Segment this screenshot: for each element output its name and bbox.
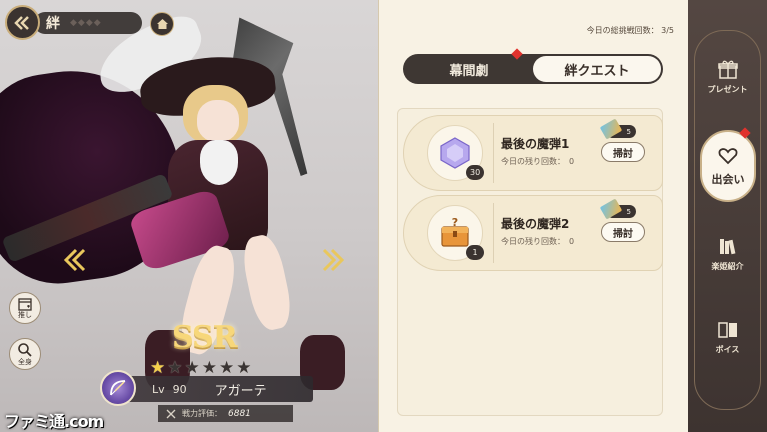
menu-item-present[interactable]: プレゼント xyxy=(696,45,759,107)
quest-card[interactable]: 30 最後の魔弾1 今日の残り回数： 0 5 掃討 xyxy=(403,115,663,191)
character-leg-right xyxy=(238,232,296,333)
book-open-icon xyxy=(717,321,737,338)
daily-challenge-counter: 今日の総挑戦回数： 3/5 xyxy=(586,26,674,35)
sweep-ticket-badge: 5 xyxy=(599,198,636,220)
menu-item-voice[interactable]: ボイス xyxy=(696,305,759,367)
character-name: アガーテ xyxy=(214,383,267,399)
quest-title: 最後の魔弾1 xyxy=(501,137,570,151)
menu-label-gakki-intro: 楽姫紹介 xyxy=(711,261,744,271)
fullbody-button[interactable]: 全身 xyxy=(9,338,41,370)
gift-icon xyxy=(717,60,738,79)
svg-text:?: ? xyxy=(452,216,458,229)
prev-character-chevron-icon[interactable] xyxy=(60,246,88,274)
sweep-ticket-badge: 5 xyxy=(599,118,636,140)
power-label: 戦力評価： xyxy=(182,409,222,418)
character-collar xyxy=(200,140,238,185)
star-empty-icon: ★ xyxy=(219,358,235,378)
books-icon xyxy=(719,238,735,254)
ticket-count: 5 xyxy=(626,127,631,136)
rarity-badge: SSR xyxy=(172,320,238,355)
oshi-label: 推し xyxy=(18,310,32,319)
sweep-button[interactable]: 掃討 xyxy=(601,142,645,162)
remaining-attempts: 今日の残り回数： 0 xyxy=(501,156,574,167)
magnifier-icon xyxy=(18,342,32,357)
sweep-button[interactable]: 掃討 xyxy=(601,222,645,242)
back-button[interactable] xyxy=(5,5,40,40)
card-divider xyxy=(493,123,494,183)
star-filled-icon: ★ xyxy=(150,358,166,378)
crossed-swords-icon xyxy=(166,409,176,418)
tab-bond-quest[interactable]: 絆クエスト xyxy=(533,56,661,82)
character-nameplate: Lv 90 アガーテ xyxy=(118,376,313,402)
level-label: Lv xyxy=(152,382,165,396)
next-character-chevron-icon[interactable] xyxy=(320,246,348,274)
card-divider xyxy=(493,203,494,263)
level-value: 90 xyxy=(172,382,187,396)
calendar-heart-icon xyxy=(18,297,32,311)
page-title: 絆 xyxy=(46,16,60,32)
oshi-button[interactable]: 推し xyxy=(9,292,41,324)
bow-icon xyxy=(110,380,126,396)
back-arrow-icon xyxy=(13,15,29,30)
heart-speech-icon xyxy=(718,147,738,164)
menu-label-voice: ボイス xyxy=(715,344,740,354)
class-emblem xyxy=(100,370,136,406)
remaining-value: 0 xyxy=(569,157,575,166)
quest-card[interactable]: ? 1 最後の魔弾2 今日の残り回数： 0 5 掃討 xyxy=(403,195,663,271)
title-bar: 絆 ◆◆◆◆ xyxy=(34,12,142,34)
quest-title: 最後の魔弾2 xyxy=(501,217,570,231)
star-empty-icon: ★ xyxy=(236,358,252,378)
fullbody-label: 全身 xyxy=(18,357,32,366)
power-rating: 戦力評価： 6881 xyxy=(158,405,293,422)
power-value: 6881 xyxy=(228,408,251,419)
tab-interlude[interactable]: 幕間劇 xyxy=(405,56,533,82)
home-button[interactable] xyxy=(150,12,174,36)
remaining-value: 0 xyxy=(569,237,575,246)
menu-item-encounter[interactable]: 出会い xyxy=(700,130,756,202)
remaining-label: 今日の残り回数： xyxy=(501,237,565,246)
star-empty-icon: ★ xyxy=(184,358,200,378)
crystal-icon xyxy=(440,137,470,169)
menu-label-encounter: 出会い xyxy=(711,172,745,186)
home-icon xyxy=(156,19,168,29)
star-empty-icon: ★ xyxy=(201,358,217,378)
bond-panel: 今日の総挑戦回数： 3/5 幕間劇 絆クエスト 30 最後の魔弾1 今日の残り回… xyxy=(378,0,688,432)
menu-item-gakki-intro[interactable]: 楽姫紹介 xyxy=(696,222,759,284)
remaining-attempts: 今日の残り回数： 0 xyxy=(501,236,574,247)
title-decoration: ◆◆◆◆ xyxy=(70,18,102,28)
star-rating: ★ ★ ★ ★ ★ ★ xyxy=(150,360,252,377)
menu-label-present: プレゼント xyxy=(707,84,748,94)
treasure-box-icon: ? xyxy=(441,216,469,247)
watermark-logo: ファミ通.com xyxy=(4,412,104,431)
tab-bar: 幕間劇 絆クエスト xyxy=(403,54,663,84)
ticket-count: 5 xyxy=(626,207,631,216)
remaining-label: 今日の残り回数： xyxy=(501,157,565,166)
star-empty-icon: ★ xyxy=(167,358,183,378)
character-face xyxy=(197,100,239,142)
reward-quantity: 30 xyxy=(466,165,485,180)
reward-quantity: 1 xyxy=(466,245,484,260)
